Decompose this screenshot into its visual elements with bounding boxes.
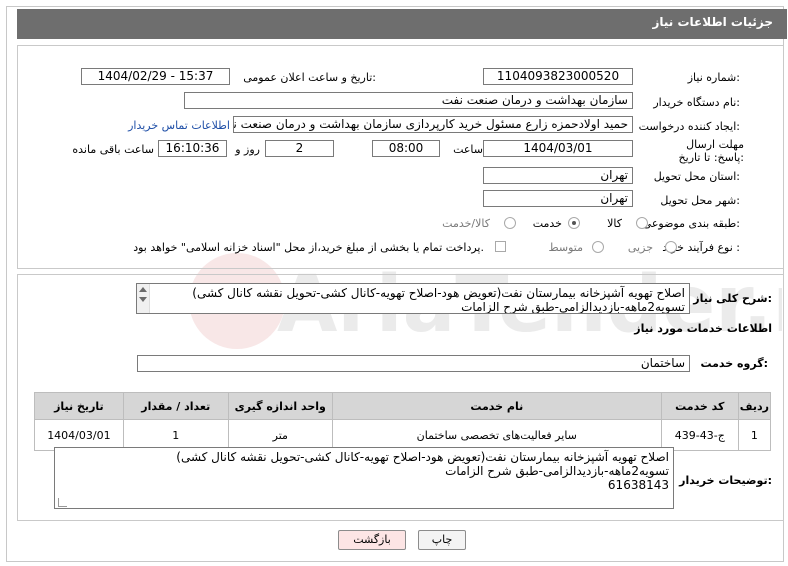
deadline-time-field[interactable]: 08:00 bbox=[372, 140, 440, 157]
col-quantity: تعداد / مقدار bbox=[122, 392, 229, 420]
buyer-notes-line-3: 61638143 bbox=[607, 478, 669, 492]
cell-service-name: سایر فعالیت‌های تخصصی ساختمان bbox=[331, 419, 662, 451]
cell-unit: متر bbox=[227, 419, 333, 451]
service-group-label: گروه خدمت: bbox=[700, 357, 768, 370]
general-desc-label: شرح کلی نیاز: bbox=[693, 292, 772, 305]
cell-need-date: 1404/03/01 bbox=[34, 419, 124, 451]
buyer-contact-link[interactable]: اطلاعات تماس خریدار bbox=[128, 119, 230, 132]
page-header: جزئیات اطلاعات نیاز bbox=[17, 9, 787, 39]
buyer-org-field[interactable]: سازمان بهداشت و درمان صنعت نفت bbox=[184, 92, 633, 109]
category-option-service: خدمت bbox=[532, 217, 562, 230]
treasury-checkbox[interactable] bbox=[495, 241, 506, 252]
cell-service-code: ج-43-439 bbox=[660, 419, 739, 451]
deadline-date-field[interactable]: 1404/03/01 bbox=[483, 140, 633, 157]
cell-row: 1 bbox=[737, 419, 772, 451]
need-number-label: شماره نیاز: bbox=[687, 71, 740, 84]
category-option-goods: کالا bbox=[607, 217, 622, 230]
purchase-option-medium: متوسط bbox=[548, 241, 583, 254]
need-number-field[interactable]: 1104093823000520 bbox=[483, 68, 633, 85]
general-desc-textarea[interactable]: اصلاح تهویه آشپزخانه بیمارستان نفت(تعویض… bbox=[136, 283, 690, 314]
city-field[interactable]: تهران bbox=[483, 190, 633, 207]
creator-label: ایجاد کننده درخواست: bbox=[638, 120, 740, 133]
days-label: روز و bbox=[235, 143, 260, 156]
general-desc-line-2: تسویه2ماهه-بازدیدالزامی-طبق شرح الزامات bbox=[461, 300, 685, 314]
category-option-goods-service: کالا/خدمت bbox=[442, 217, 490, 230]
creator-field[interactable]: حمید اولادحمزه زارع مسئول خرید کارپردازی… bbox=[233, 116, 633, 133]
scroll-down-icon[interactable] bbox=[139, 297, 147, 302]
cell-quantity: 1 bbox=[122, 419, 229, 451]
province-field[interactable]: تهران bbox=[483, 167, 633, 184]
announce-datetime-field[interactable]: 1404/02/29 - 15:37 bbox=[81, 68, 230, 85]
remaining-time-label: ساعت باقی مانده bbox=[72, 143, 154, 156]
remaining-days-field[interactable]: 2 bbox=[265, 140, 334, 157]
deadline-time-label: ساعت bbox=[453, 143, 483, 156]
category-radio-service[interactable] bbox=[568, 217, 580, 229]
deadline-label: مهلت ارسال پاسخ: تا تاریخ: bbox=[678, 138, 744, 164]
general-desc-line-1: اصلاح تهویه آشپزخانه بیمارستان نفت(تعویض… bbox=[192, 286, 685, 300]
treasury-note: پرداخت تمام یا بخشی از مبلغ خرید،از محل … bbox=[133, 241, 484, 254]
col-service-name: نام خدمت bbox=[331, 392, 662, 420]
buyer-notes-line-2: تسویه2ماهه-بازدیدالزامی-طبق شرح الزامات bbox=[445, 464, 669, 478]
table-row[interactable]: 1 ج-43-439 سایر فعالیت‌های تخصصی ساختمان… bbox=[34, 419, 772, 451]
col-unit: واحد اندازه گیری bbox=[227, 392, 333, 420]
back-button[interactable]: بازگشت bbox=[338, 530, 406, 550]
buyer-notes-textarea[interactable]: اصلاح تهویه آشپزخانه بیمارستان نفت(تعویض… bbox=[54, 447, 674, 509]
print-button[interactable]: چاپ bbox=[418, 530, 466, 550]
category-label: طبقه بندی موضوعی: bbox=[642, 217, 740, 230]
services-section-title: اطلاعات خدمات مورد نیاز bbox=[634, 322, 772, 335]
purchase-option-minor: جزیی bbox=[627, 241, 653, 254]
purchase-radio-medium[interactable] bbox=[592, 241, 604, 253]
announce-datetime-label: تاریخ و ساعت اعلان عمومی: bbox=[243, 71, 376, 84]
remaining-time-field[interactable]: 16:10:36 bbox=[158, 140, 227, 157]
purchase-radio-minor[interactable] bbox=[665, 241, 677, 253]
city-label: شهر محل تحویل: bbox=[660, 194, 740, 207]
province-label: استان محل تحویل: bbox=[653, 170, 740, 183]
category-radio-goods[interactable] bbox=[636, 217, 648, 229]
service-group-field[interactable]: ساختمان bbox=[137, 355, 690, 372]
buyer-notes-line-1: اصلاح تهویه آشپزخانه بیمارستان نفت(تعویض… bbox=[176, 450, 669, 464]
resize-handle-icon[interactable] bbox=[58, 498, 67, 507]
col-need-date: تاریخ نیاز bbox=[34, 392, 124, 420]
services-table: ردیف کد خدمت نام خدمت واحد اندازه گیری ت… bbox=[34, 392, 772, 451]
buyer-org-label: نام دستگاه خریدار: bbox=[653, 96, 740, 109]
category-radio-goods-service[interactable] bbox=[504, 217, 516, 229]
col-service-code: کد خدمت bbox=[660, 392, 739, 420]
page-title: جزئیات اطلاعات نیاز bbox=[652, 15, 773, 29]
col-row: ردیف bbox=[737, 392, 772, 420]
textarea-scrollbar[interactable] bbox=[137, 284, 150, 313]
buyer-notes-label: توضیحات خریدار: bbox=[679, 474, 772, 487]
scroll-up-icon[interactable] bbox=[139, 287, 147, 292]
